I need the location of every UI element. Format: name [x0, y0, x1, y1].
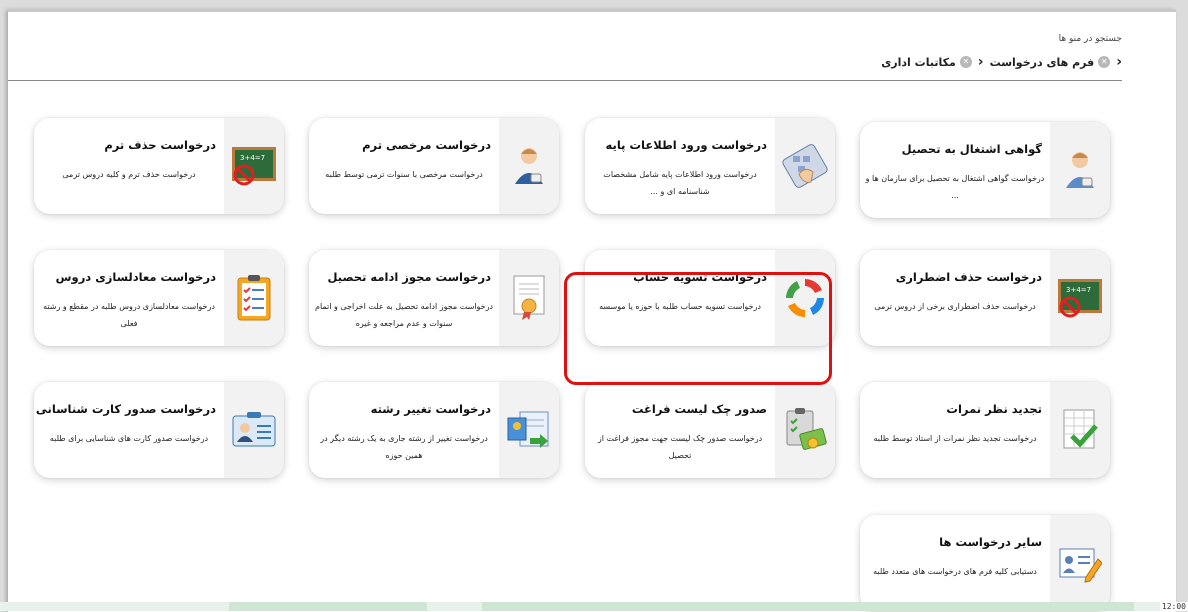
card-other-requests[interactable]: سایر درخواست ها دستیابی کلیه فرم های درخ…: [860, 515, 1110, 611]
card-basic-info-entry[interactable]: درخواست ورود اطلاعات پایه درخواست ورود ا…: [585, 118, 835, 214]
breadcrumb-label: مکاتبات اداری: [881, 55, 956, 69]
clipboard-money-icon: [775, 382, 835, 478]
svg-text:3+4=7: 3+4=7: [1066, 286, 1091, 294]
breadcrumb-label: فرم های درخواست: [989, 55, 1095, 69]
card-description: دستیابی کلیه فرم های درخواست های متعدد ط…: [873, 567, 1037, 576]
breadcrumb: مکاتبات اداری ✕ ‹ فرم های درخواست ✕ ‹: [881, 52, 1122, 72]
card-term-drop[interactable]: 3+4=7 درخواست حذف ترم درخواست حذف ترم و …: [34, 118, 284, 214]
card-title: درخواست تسویه حساب: [633, 270, 767, 284]
main-window: جستجو در منو ها مکاتبات اداری ✕ ‹ فرم ها…: [8, 10, 1176, 612]
taskbar-clock: 12:00: [1159, 602, 1188, 611]
breadcrumb-item-office-correspondence[interactable]: مکاتبات اداری ✕: [881, 56, 972, 69]
card-enrollment-certificate[interactable]: گواهی اشتغال به تحصیل درخواست گواهی اشتغ…: [860, 122, 1110, 218]
card-major-change[interactable]: درخواست تغییر رشته درخواست تغییر از رشته…: [309, 382, 559, 478]
hand-on-keyboard-icon: [775, 118, 835, 214]
card-title: گواهی اشتغال به تحصیل: [901, 142, 1042, 156]
circular-arrows-icon: [775, 250, 835, 346]
checklist-clipboard-icon: [224, 250, 284, 346]
close-icon[interactable]: ✕: [1098, 56, 1111, 68]
card-description: درخواست معادلسازی دروس طلبه در مقطع و رش…: [43, 302, 215, 328]
card-description: درخواست حذف اضطراری برخی از دروس ترمی: [874, 302, 1036, 311]
card-title: درخواست ورود اطلاعات پایه: [605, 138, 767, 152]
card-title: درخواست صدور کارت شناسانی: [35, 402, 216, 416]
taskbar-segment[interactable]: [229, 602, 427, 611]
card-graduation-checklist[interactable]: صدور چک لیست فراغت درخواست صدور چک لیست …: [585, 382, 835, 478]
taskbar: 12:00: [0, 602, 1188, 611]
card-title: صدور چک لیست فراغت: [631, 402, 767, 416]
document-edit-icon: [1050, 515, 1110, 611]
card-title: درخواست تغییر رشته: [370, 402, 491, 416]
card-description: درخواست صدور کارت های شناسایی برای طلبه: [49, 434, 209, 443]
id-card-icon: [224, 382, 284, 478]
card-title: درخواست حذف اضطراری: [895, 270, 1042, 284]
card-description: درخواست صدور چک لیست جهت مجوز فراغت از ت…: [597, 434, 763, 460]
card-course-equivalence[interactable]: درخواست معادلسازی دروس درخواست معادلسازی…: [34, 250, 284, 346]
card-grade-review[interactable]: تجدید نظر نمرات درخواست تجدید نظر نمرات …: [860, 382, 1110, 478]
card-description: درخواست مجوز ادامه تحصیل به علت اخراجی و…: [315, 302, 493, 328]
breadcrumb-item-request-forms[interactable]: فرم های درخواست ✕: [990, 56, 1111, 69]
certificate-icon: [499, 250, 559, 346]
card-title: درخواست معادلسازی دروس: [55, 270, 216, 284]
card-description: درخواست تغییر از رشته جاری به یک رشته دی…: [320, 434, 488, 460]
card-term-leave[interactable]: درخواست مرخصی ترم درخواست مرخصی با سنوات…: [309, 118, 559, 214]
man-with-coffee-icon: [499, 118, 559, 214]
card-description: درخواست ورود اطلاعات پایه شامل مشخصات شن…: [603, 170, 757, 196]
header-divider: [8, 80, 1122, 81]
card-title: درخواست مجوز ادامه تحصیل: [327, 270, 491, 284]
taskbar-segment[interactable]: [482, 602, 1134, 611]
card-title: درخواست مرخصی ترم: [362, 138, 491, 152]
card-study-continuation[interactable]: درخواست مجوز ادامه تحصیل درخواست مجوز اد…: [309, 250, 559, 346]
card-title: تجدید نظر نمرات: [946, 402, 1042, 416]
card-id-card-issue[interactable]: درخواست صدور کارت شناسانی درخواست صدور ک…: [34, 382, 284, 478]
card-description: درخواست حذف ترم و کلیه دروس ترمی: [62, 170, 196, 179]
card-title: سایر درخواست ها: [939, 535, 1042, 549]
card-emergency-drop[interactable]: 3+4=7 درخواست حذف اضطراری درخواست حذف اض…: [860, 250, 1110, 346]
chalkboard-prohibited-icon: 3+4=7: [224, 118, 284, 214]
svg-text:3+4=7: 3+4=7: [240, 154, 265, 162]
close-icon[interactable]: ✕: [959, 56, 972, 68]
spreadsheet-check-icon: [1050, 382, 1110, 478]
transfer-document-icon: [499, 382, 559, 478]
card-description: درخواست گواهی اشتغال به تحصیل برای سازما…: [865, 174, 1045, 200]
card-description: درخواست تسویه حساب طلبه با حوزه یا موسسه: [599, 302, 761, 311]
card-title: درخواست حذف ترم: [104, 138, 216, 152]
menu-search-label[interactable]: جستجو در منو ها: [1059, 34, 1122, 44]
card-description: درخواست تجدید نظر نمرات از استاد توسط طل…: [873, 434, 1037, 443]
man-with-coffee-icon: [1050, 122, 1110, 218]
chalkboard-prohibited-icon: 3+4=7: [1050, 250, 1110, 346]
chevron-left-icon: ‹: [1116, 54, 1122, 70]
card-description: درخواست مرخصی با سنوات ترمی توسط طلبه: [325, 170, 483, 179]
card-account-settlement[interactable]: درخواست تسویه حساب درخواست تسویه حساب طل…: [585, 250, 835, 346]
chevron-left-icon: ‹: [977, 54, 984, 70]
